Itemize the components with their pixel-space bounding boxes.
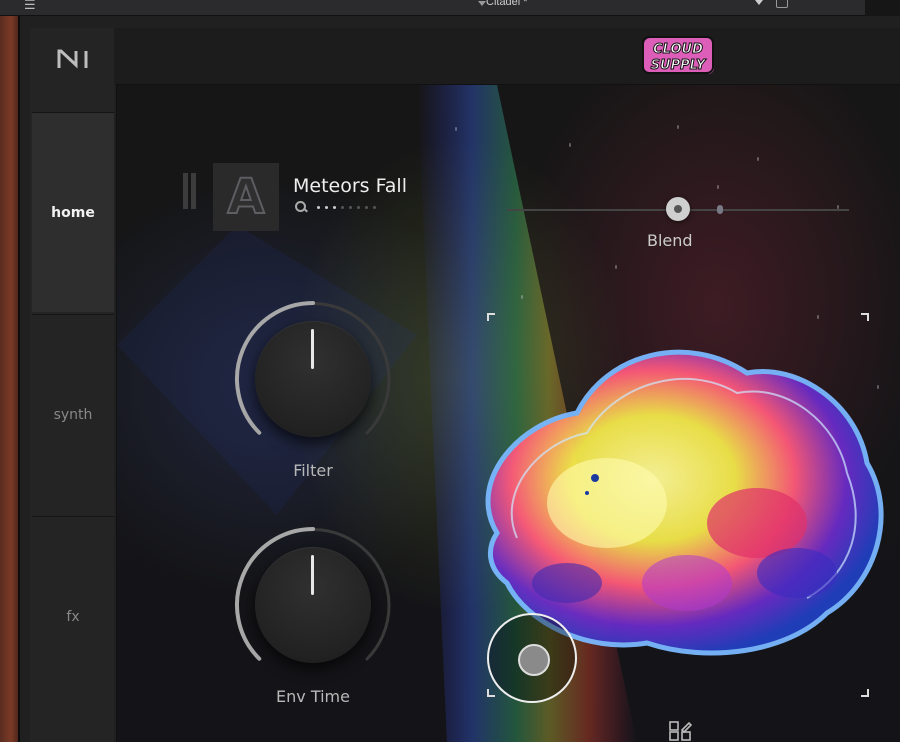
preset-dot[interactable] [325,205,328,209]
preset-dot[interactable] [349,205,352,209]
ni-logo-icon [57,49,88,69]
search-icon[interactable] [295,201,307,213]
preset-name[interactable]: Meteors Fall [293,175,407,197]
xy-corner-br [861,689,869,697]
particle [615,265,617,269]
particle [455,127,457,131]
grid-layout-icon[interactable] [669,721,693,742]
xy-corner-tl [487,313,495,321]
plugin-header [114,28,900,84]
blend-mod-marker [717,205,723,214]
preset-art-letter: A [226,168,265,226]
preset-dot[interactable] [341,205,344,209]
main-stage: A Meteors Fall Blend Filter Env Time [116,84,900,742]
tab-synth-label: synth [53,406,93,423]
tab-fx-label: fx [66,608,80,625]
blend-slider-thumb[interactable] [666,197,690,221]
host-toolbar: ☰ Citadel * [0,0,900,16]
env-time-knob[interactable] [233,525,393,685]
preset-page-dots[interactable] [317,205,376,209]
filter-knob[interactable] [233,299,393,459]
xy-pad-cursor[interactable] [487,613,577,703]
plugin-window: home synth fx CLOUD SUPPLY A Meteors Fal… [18,16,900,742]
snapshot-icon[interactable] [776,0,788,8]
preset-dot[interactable] [357,205,360,209]
preset-dot[interactable] [333,205,336,209]
blend-slider[interactable] [507,197,849,221]
tab-home[interactable]: home [32,112,114,312]
tab-synth[interactable]: synth [32,314,114,514]
env-time-knob-pointer [311,555,314,595]
xy-corner-tr [861,313,869,321]
preset-dot[interactable] [365,205,368,209]
logo-text-supply: SUPPLY [651,58,707,73]
xy-corner-bl [487,689,495,697]
particle [569,143,571,147]
preset-dropdown-left-icon[interactable] [478,1,486,6]
filter-knob-pointer [311,329,314,369]
tab-fx[interactable]: fx [32,516,114,716]
cloud-supply-logo: CLOUD SUPPLY [642,36,714,74]
preset-tools [295,201,376,213]
particle [521,295,523,299]
preset-dot[interactable] [373,205,376,209]
particle [717,185,719,189]
pause-icon[interactable] [183,173,197,209]
blend-label: Blend [647,231,693,250]
particle [757,157,759,161]
preset-dot[interactable] [317,205,320,209]
logo-text-cloud: CLOUD [653,42,703,57]
tab-home-label: home [51,204,95,221]
preset-dropdown-icon[interactable] [755,0,763,5]
env-time-label: Env Time [276,687,350,706]
preset-artwork[interactable]: A [213,163,279,231]
host-preset-name[interactable]: Citadel * [486,0,528,8]
hamburger-icon[interactable]: ☰ [24,0,36,13]
particle [677,125,679,129]
host-edge [865,0,900,16]
filter-label: Filter [293,461,333,480]
